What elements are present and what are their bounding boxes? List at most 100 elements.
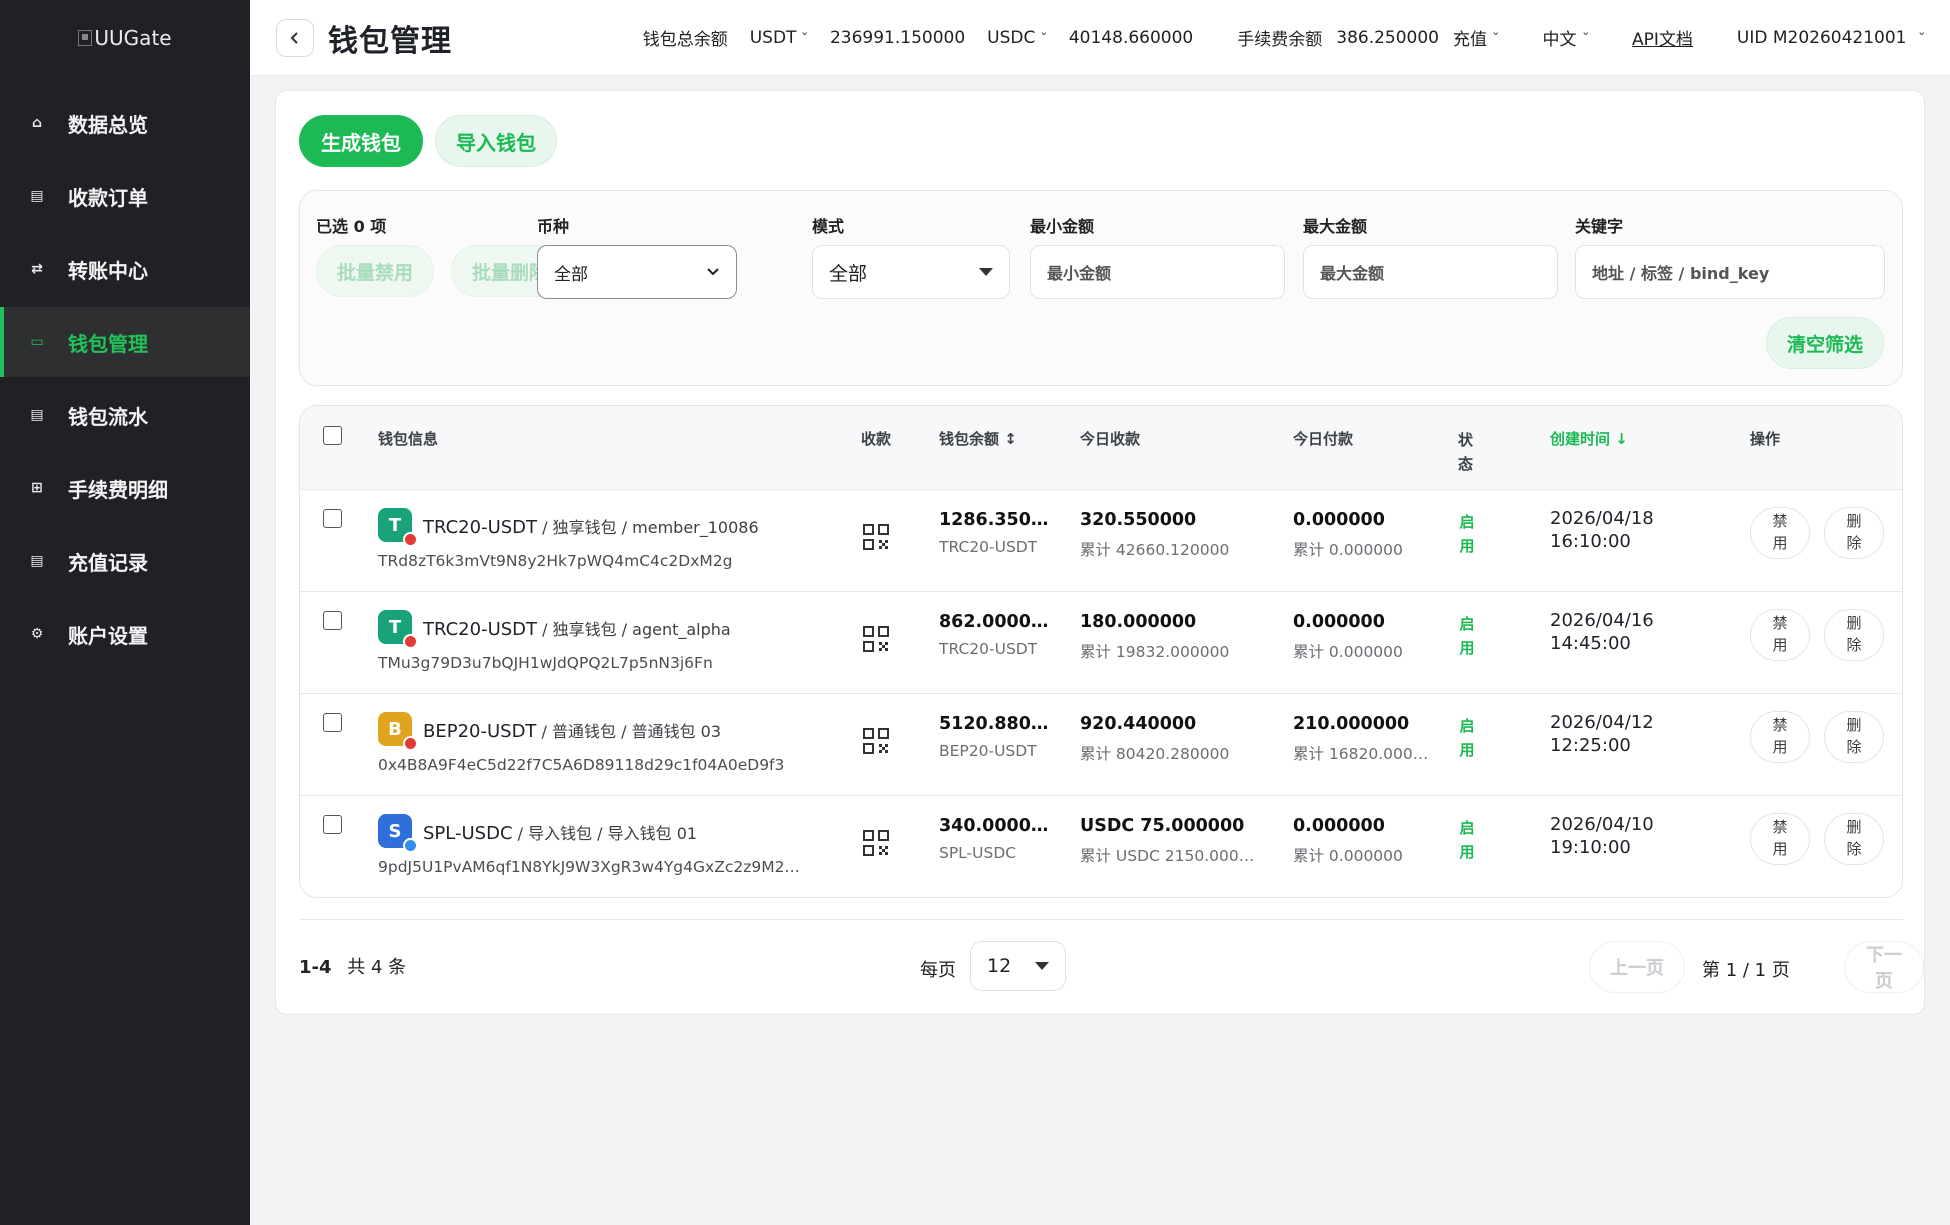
create-wallet-button[interactable]: 生成钱包 — [299, 115, 423, 167]
per-page-value: 12 — [987, 955, 1012, 977]
wallet-balance: 1286.350… — [939, 510, 1049, 530]
api-docs-link[interactable]: API文档 — [1632, 25, 1693, 50]
wallet-tags: / 独享钱包 / agent_alpha — [537, 620, 731, 639]
chevron-down-icon: ˅ — [1040, 31, 1048, 44]
sidebar-item-label: 账户设置 — [68, 623, 148, 648]
sidebar-item-transfer[interactable]: ⇄ 转账中心 — [0, 234, 250, 304]
wallet-chain: SPL-USDC — [423, 823, 513, 844]
total-paid: 累计 16820.000… — [1293, 745, 1429, 763]
sidebar-item-home[interactable]: ⌂ 数据总览 — [0, 88, 250, 158]
filter-panel: 已选 0 项 批量禁用 批量删除 币种 全部 模式 全部 最小金额 最小金额 最… — [299, 190, 1903, 386]
network-badge-icon — [403, 838, 418, 853]
delete-button[interactable]: 删除 — [1824, 507, 1884, 559]
avatar-letter: T — [388, 616, 402, 638]
row-checkbox[interactable] — [323, 611, 342, 630]
col-created[interactable]: 创建时间 ↓ — [1550, 428, 1628, 449]
created-date: 2026/04/10 — [1550, 814, 1654, 835]
status-badge: 启用 — [1459, 717, 1475, 759]
row-checkbox[interactable] — [323, 509, 342, 528]
disable-button[interactable]: 禁用 — [1750, 711, 1810, 763]
next-page-button[interactable]: 下一页 — [1844, 941, 1924, 993]
wallet-name: TRC20-USDT / 独享钱包 / member_10086 — [423, 514, 759, 538]
table-row: T TRC20-USDT / 独享钱包 / member_10086 TRd8zT6… — [300, 490, 1902, 592]
top-bar: 钱包管理 钱包总余额 USDT ˅ 236991.150000 USDC ˅ 4… — [250, 0, 1950, 76]
language-selector[interactable]: 中文 ˅ — [1543, 25, 1590, 50]
network-badge-icon — [403, 634, 418, 649]
max-amount-input[interactable]: 最大金额 — [1303, 245, 1558, 299]
disable-button[interactable]: 禁用 — [1750, 507, 1810, 559]
import-wallet-button[interactable]: 导入钱包 — [435, 115, 557, 167]
created-time: 2026/04/12 12:25:00 — [1550, 711, 1654, 757]
wallet-tags: / 普通钱包 / 普通钱包 03 — [536, 722, 722, 741]
select-all-checkbox[interactable] — [323, 426, 342, 445]
account-menu[interactable]: UID M20260421001 ˅ — [1737, 28, 1925, 48]
delete-button[interactable]: 删除 — [1824, 711, 1884, 763]
mode-select[interactable]: 全部 — [812, 245, 1010, 299]
sidebar-item-fee[interactable]: ⊞ 手续费明细 — [0, 453, 250, 523]
settings-icon: ⚙ — [30, 626, 44, 642]
chevron-down-icon: ˅ — [1581, 31, 1590, 44]
row-checkbox[interactable] — [323, 713, 342, 732]
disable-button[interactable]: 禁用 — [1750, 813, 1810, 865]
qr-code-icon[interactable] — [863, 626, 889, 652]
back-button[interactable] — [276, 18, 314, 57]
total-balance-label: 钱包总余额 — [642, 30, 728, 50]
col-balance[interactable]: 钱包余额 ↕ — [939, 428, 1017, 449]
sidebar-item-settings[interactable]: ⚙ 账户设置 — [0, 599, 250, 669]
record-icon: ▤ — [30, 553, 44, 569]
today-received: 320.550000 — [1080, 510, 1197, 530]
wallet-address[interactable]: TMu3g79D3u7bQJH1wJdQPQ2L7p5nN3j6Fn — [378, 654, 713, 672]
currency-label: 币种 — [537, 217, 570, 236]
clear-filters-button[interactable]: 清空筛选 — [1765, 317, 1884, 369]
chevron-down-icon: ˅ — [1491, 31, 1500, 44]
qr-code-icon[interactable] — [863, 524, 889, 550]
wallet-address[interactable]: 9pdJ5U1PvAM6qf1N8YkJ9W3XgR3w4Yg4GxZc2z9M… — [378, 858, 800, 876]
min-amount-input[interactable]: 最小金额 — [1030, 245, 1285, 299]
sidebar-item-ledger[interactable]: ▤ 钱包流水 — [0, 380, 250, 450]
disable-button[interactable]: 禁用 — [1750, 609, 1810, 661]
transfer-icon: ⇄ — [31, 261, 43, 277]
wallet-address[interactable]: TRd8zT6k3mVt9N8y2Hk7pWQ4mC4c2DxM2g — [378, 552, 732, 570]
today-received: 180.000000 — [1080, 612, 1197, 632]
recharge-menu[interactable]: 充值 ˅ — [1453, 25, 1500, 50]
today-paid: 0.000000 — [1293, 612, 1385, 632]
sidebar-item-list[interactable]: ▤ 收款订单 — [0, 161, 250, 231]
row-checkbox[interactable] — [323, 815, 342, 834]
usdc-selector[interactable]: USDC ˅ — [987, 28, 1048, 48]
total-paid: 累计 0.000000 — [1293, 643, 1403, 661]
avatar-letter: B — [388, 718, 402, 740]
chain-avatar-icon: B — [378, 712, 418, 751]
qr-code-icon[interactable] — [863, 728, 889, 754]
created-clock: 16:10:00 — [1550, 531, 1631, 552]
avatar-letter: S — [388, 820, 402, 842]
per-page-select[interactable]: 12 — [970, 941, 1066, 991]
today-received: USDC 75.000000 — [1080, 816, 1245, 836]
delete-button[interactable]: 删除 — [1824, 813, 1884, 865]
wallet-name: SPL-USDC / 导入钱包 / 导入钱包 01 — [423, 820, 697, 844]
keyword-input[interactable]: 地址 / 标签 / bind_key — [1575, 245, 1885, 299]
sidebar-item-label: 充值记录 — [68, 550, 148, 575]
table-row: T TRC20-USDT / 独享钱包 / agent_alpha TMu3g79D… — [300, 592, 1902, 694]
currency-value: 全部 — [554, 264, 588, 285]
batch-disable-button[interactable]: 批量禁用 — [316, 245, 435, 297]
wallet-name: TRC20-USDT / 独享钱包 / agent_alpha — [423, 616, 731, 640]
chain-avatar-icon: S — [378, 814, 418, 853]
usdt-selector[interactable]: USDT ˅ — [749, 27, 809, 48]
sidebar-item-wallet[interactable]: ▭ 钱包管理 — [0, 307, 250, 377]
pagination-range: 1-4 — [299, 957, 332, 978]
created-clock: 19:10:00 — [1550, 837, 1631, 858]
qr-code-icon[interactable] — [863, 830, 889, 856]
currency-select[interactable]: 全部 — [537, 245, 737, 299]
delete-button[interactable]: 删除 — [1824, 609, 1884, 661]
ledger-icon: ▤ — [30, 407, 44, 423]
brand-logo[interactable]: UUGate — [0, 0, 250, 76]
wallet-address[interactable]: 0x4B8A9F4eC5d22f7C5A6D89118d29c1f04A0eD9… — [378, 756, 784, 774]
sidebar-item-record[interactable]: ▤ 充值记录 — [0, 526, 250, 596]
prev-page-button[interactable]: 上一页 — [1589, 941, 1685, 993]
usdt-label: USDT — [749, 27, 797, 48]
sidebar-item-label: 转账中心 — [68, 258, 148, 283]
table-body: T TRC20-USDT / 独享钱包 / member_10086 TRd8zT6… — [300, 490, 1902, 897]
fee-balance: 386.250000 — [1336, 27, 1439, 48]
min-amount-label: 最小金额 — [1030, 217, 1095, 236]
created-clock: 14:45:00 — [1550, 633, 1631, 654]
